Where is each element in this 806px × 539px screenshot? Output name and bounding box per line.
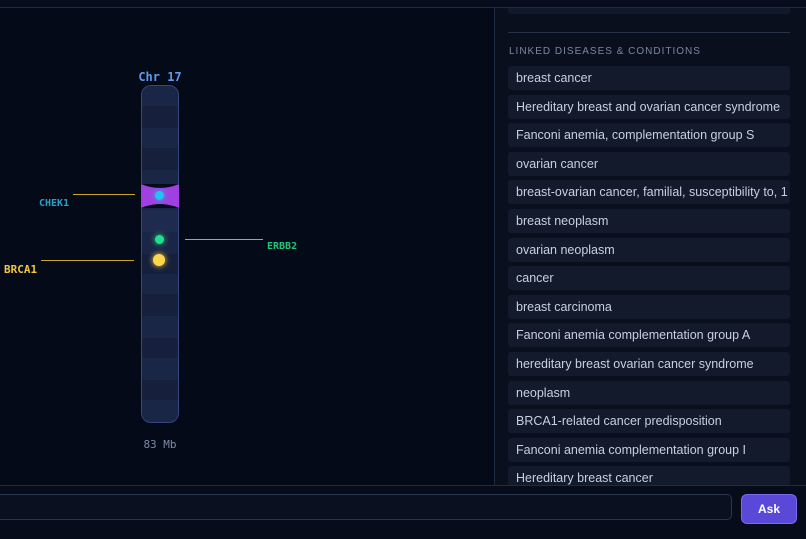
disease-item[interactable]: Fanconi anemia, complementation group S	[508, 123, 790, 148]
disease-item[interactable]: breast neoplasm	[508, 208, 790, 233]
disease-item[interactable]: Fanconi anemia complementation group A	[508, 323, 790, 348]
section-title: LINKED DISEASES & CONDITIONS	[509, 46, 701, 57]
erbb2-leader-line	[185, 239, 263, 240]
disease-item[interactable]: ovarian cancer	[508, 151, 790, 176]
disease-item[interactable]: BRCA1-related cancer predisposition	[508, 409, 790, 434]
question-input[interactable]	[0, 494, 732, 520]
disease-item[interactable]: hereditary breast ovarian cancer syndrom…	[508, 351, 790, 376]
previous-item-partial	[508, 8, 790, 14]
gene-label-erbb2[interactable]: ERBB2	[267, 241, 297, 252]
chek1-leader-line	[73, 194, 135, 195]
gene-details-panel[interactable]: LINKED DISEASES & CONDITIONS breast canc…	[495, 8, 806, 485]
gene-label-brca1[interactable]: BRCA1	[4, 263, 37, 276]
chek1-marker[interactable]	[155, 191, 164, 200]
ask-button[interactable]: Ask	[741, 494, 797, 524]
chromosome-title: Chr 17	[138, 70, 182, 84]
disease-item[interactable]: neoplasm	[508, 380, 790, 405]
chromosome-view: Chr 17 CHEK1 ERBB2 BRCA1 83 Mb	[0, 8, 494, 485]
chromosome-size: 83 Mb	[143, 438, 177, 451]
disease-item[interactable]: cancer	[508, 266, 790, 291]
disease-list: breast cancer Hereditary breast and ovari…	[508, 66, 790, 485]
gene-label-chek1[interactable]: CHEK1	[39, 198, 69, 209]
disease-item[interactable]: Hereditary breast cancer	[508, 466, 790, 485]
disease-item[interactable]: breast-ovarian cancer, familial, suscept…	[508, 180, 790, 205]
disease-item[interactable]: Hereditary breast and ovarian cancer syn…	[508, 94, 790, 119]
top-bar	[0, 0, 806, 8]
erbb2-marker[interactable]	[155, 235, 164, 244]
chat-bar: Ask	[0, 485, 806, 539]
brca1-marker[interactable]	[153, 254, 165, 266]
brca1-leader-line	[41, 260, 134, 261]
disease-item[interactable]: ovarian neoplasm	[508, 237, 790, 262]
disease-item[interactable]: breast cancer	[508, 66, 790, 90]
disease-item[interactable]: Fanconi anemia complementation group I	[508, 437, 790, 462]
section-divider	[508, 32, 790, 33]
disease-item[interactable]: breast carcinoma	[508, 294, 790, 319]
